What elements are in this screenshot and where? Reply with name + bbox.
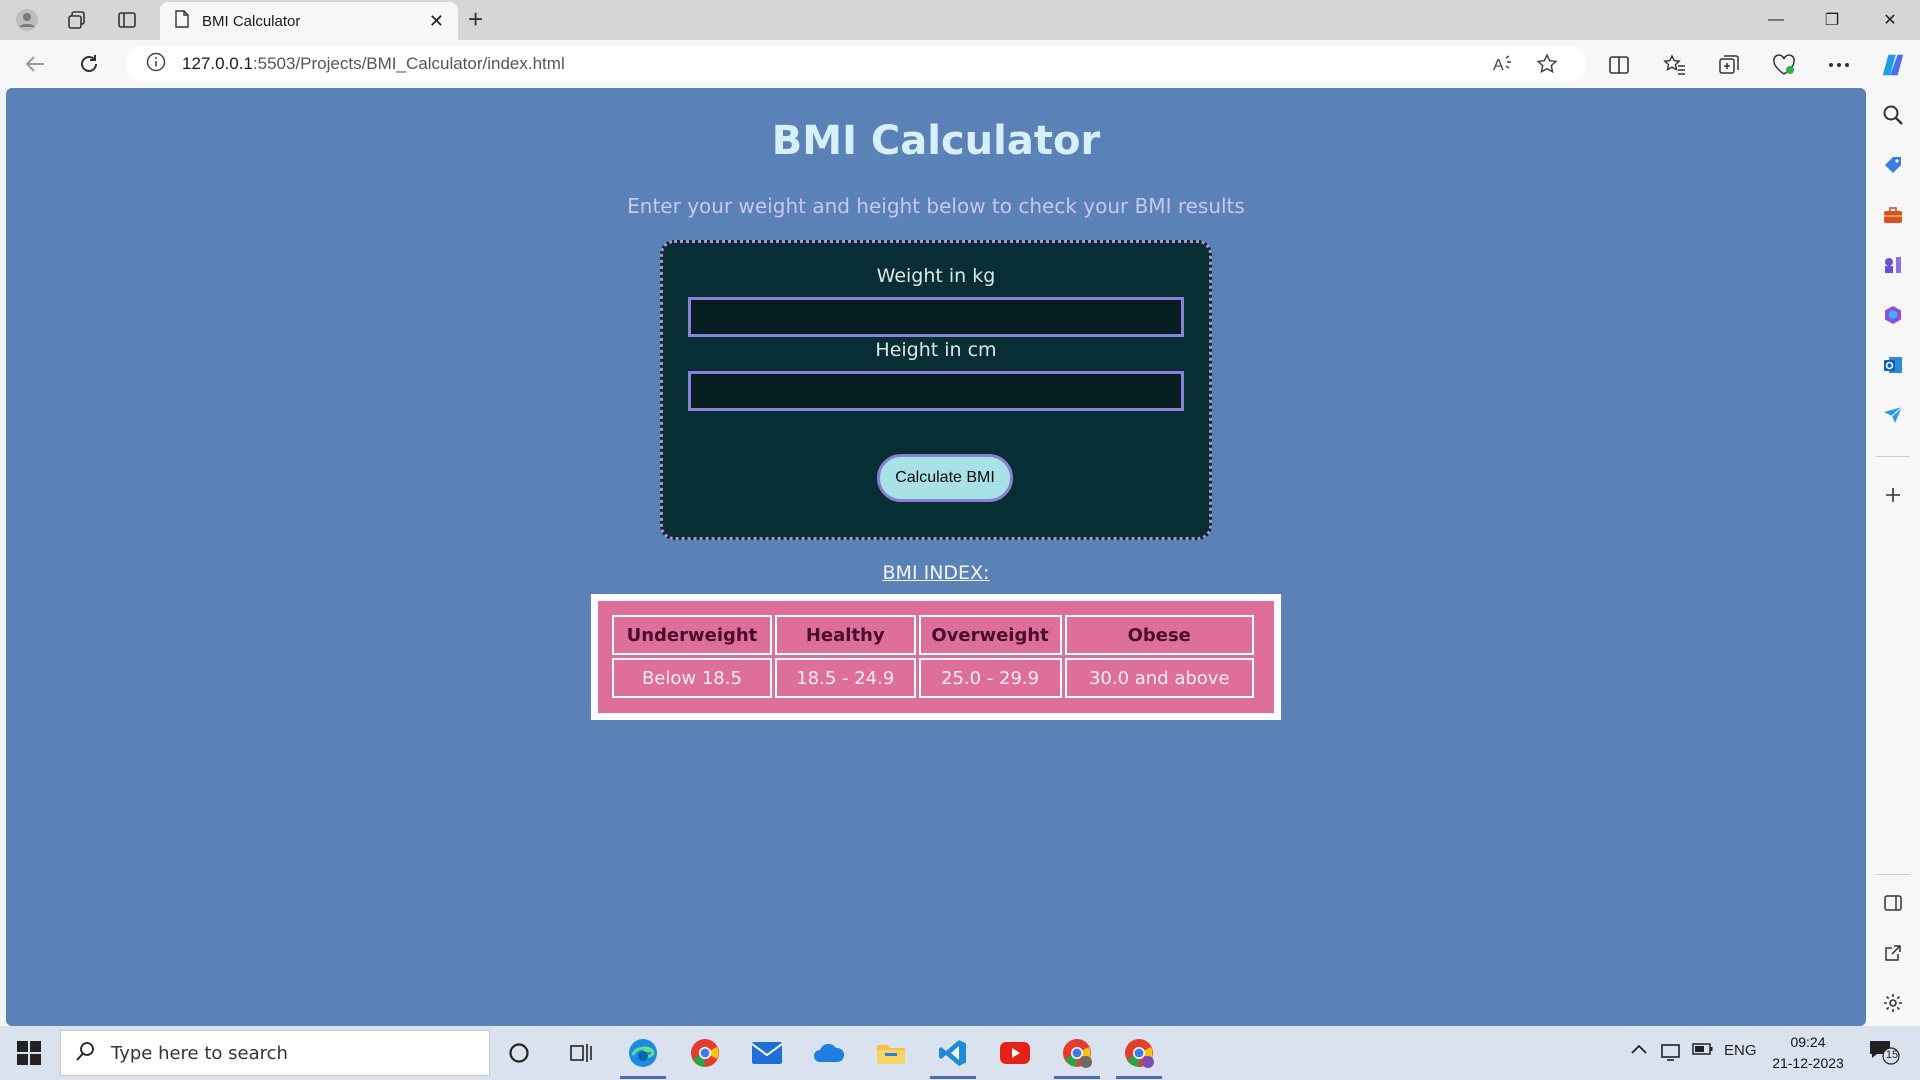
back-arrow-icon[interactable] xyxy=(20,50,50,78)
collections-icon[interactable] xyxy=(1716,52,1742,78)
tab-bmi-calculator[interactable]: BMI Calculator ✕ xyxy=(160,2,458,40)
refresh-icon[interactable] xyxy=(74,50,104,78)
windows-taskbar: Type here to search ENG 09:24 21-12-2023… xyxy=(0,1026,1920,1080)
edge-icon[interactable] xyxy=(624,1034,662,1072)
mail-icon[interactable] xyxy=(748,1034,786,1072)
browser-toolbar: 127.0.0.1:5503/Projects/BMI_Calculator/i… xyxy=(0,40,1920,88)
cortana-icon[interactable] xyxy=(500,1034,538,1072)
clock-time: 09:24 xyxy=(1790,1034,1826,1050)
active-app-indicator xyxy=(620,1076,666,1079)
youtube-icon[interactable] xyxy=(996,1034,1034,1072)
bmi-form: Weight in kg Height in cm Calculate BMI xyxy=(660,240,1212,540)
range-healthy: 18.5 - 24.9 xyxy=(774,658,916,698)
outlook-icon[interactable] xyxy=(1880,352,1906,378)
shopping-tag-icon[interactable] xyxy=(1880,152,1906,178)
split-screen-icon[interactable] xyxy=(1606,52,1632,78)
table-row: Below 18.5 18.5 - 24.9 25.0 - 29.9 30.0 … xyxy=(612,658,1254,698)
table-header-row: Underweight Healthy Overweight Obese xyxy=(612,615,1254,655)
site-info-icon[interactable] xyxy=(146,52,166,77)
tools-briefcase-icon[interactable] xyxy=(1880,202,1906,228)
header-underweight: Underweight xyxy=(612,615,772,655)
sidebar-divider xyxy=(1876,874,1910,875)
header-healthy: Healthy xyxy=(774,615,916,655)
range-obese: 30.0 and above xyxy=(1064,658,1254,698)
more-options-icon[interactable] xyxy=(1826,52,1852,78)
onedrive-icon[interactable] xyxy=(810,1034,848,1072)
notifications-icon[interactable]: 15 xyxy=(1868,1038,1902,1070)
header-overweight: Overweight xyxy=(918,615,1062,655)
browser-essentials-icon[interactable] xyxy=(1771,52,1797,78)
tab-title: BMI Calculator xyxy=(202,12,301,30)
bmi-index-table: Underweight Healthy Overweight Obese Bel… xyxy=(609,612,1257,701)
hide-sidebar-icon[interactable] xyxy=(1880,890,1906,916)
restore-button[interactable]: ❐ xyxy=(1812,8,1852,32)
favorites-icon[interactable] xyxy=(1662,52,1688,78)
send-icon[interactable] xyxy=(1880,402,1906,428)
address-bar[interactable]: 127.0.0.1:5503/Projects/BMI_Calculator/i… xyxy=(126,46,1586,82)
taskbar-search-box[interactable]: Type here to search xyxy=(60,1030,490,1076)
clock[interactable]: 09:24 21-12-2023 xyxy=(1760,1032,1856,1074)
add-icon[interactable] xyxy=(1880,482,1906,508)
url-host: 127.0.0.1 xyxy=(182,54,253,73)
page-viewport: BMI Calculator Enter your weight and hei… xyxy=(6,88,1866,1026)
page-title: BMI Calculator xyxy=(771,118,1101,164)
height-input[interactable] xyxy=(688,371,1184,411)
clock-date: 21-12-2023 xyxy=(1772,1055,1844,1071)
show-hidden-icons-chevron-icon[interactable] xyxy=(1630,1042,1648,1060)
open-external-icon[interactable] xyxy=(1880,940,1906,966)
new-tab-button[interactable]: + xyxy=(468,6,483,32)
active-app-indicator xyxy=(1116,1076,1162,1079)
bmi-index-label: BMI INDEX: xyxy=(882,562,990,584)
bmi-index-table-frame: Underweight Healthy Overweight Obese Bel… xyxy=(591,594,1281,720)
chrome-profile-icon[interactable] xyxy=(1120,1034,1158,1072)
page-icon xyxy=(174,9,190,33)
chrome-icon[interactable] xyxy=(686,1034,724,1072)
url-path: :5503/Projects/BMI_Calculator/index.html xyxy=(252,54,565,73)
browser-titlebar: BMI Calculator ✕ + — ❐ ✕ xyxy=(0,0,1920,40)
minimize-button[interactable]: — xyxy=(1756,8,1796,32)
bmi-index-table-panel: Underweight Healthy Overweight Obese Bel… xyxy=(598,601,1274,713)
weight-input[interactable] xyxy=(688,297,1184,337)
file-explorer-icon[interactable] xyxy=(872,1034,910,1072)
notification-count: 15 xyxy=(1885,1049,1899,1061)
games-icon[interactable] xyxy=(1880,252,1906,278)
search-icon xyxy=(75,1040,97,1067)
active-app-indicator xyxy=(930,1076,976,1079)
favorite-star-icon[interactable] xyxy=(1534,52,1560,76)
range-overweight: 25.0 - 29.9 xyxy=(918,658,1062,698)
read-aloud-icon[interactable]: A xyxy=(1490,52,1516,76)
edge-sidebar xyxy=(1866,88,1920,1028)
network-icon[interactable] xyxy=(1660,1042,1682,1066)
close-window-button[interactable]: ✕ xyxy=(1870,8,1910,32)
search-icon[interactable] xyxy=(1880,102,1906,128)
tab-close-icon[interactable]: ✕ xyxy=(429,11,444,32)
profile-icon[interactable] xyxy=(14,8,40,32)
copilot-icon[interactable] xyxy=(1880,52,1906,78)
weight-label: Weight in kg xyxy=(876,265,996,287)
search-placeholder: Type here to search xyxy=(111,1042,288,1064)
task-view-icon[interactable] xyxy=(562,1034,600,1072)
sidebar-divider xyxy=(1876,456,1910,457)
chrome-profile-icon[interactable] xyxy=(1058,1034,1096,1072)
language-indicator[interactable]: ENG xyxy=(1724,1042,1757,1059)
height-label: Height in cm xyxy=(875,339,997,361)
range-underweight: Below 18.5 xyxy=(612,658,772,698)
windows-start-icon[interactable] xyxy=(16,1040,42,1066)
header-obese: Obese xyxy=(1064,615,1254,655)
workspaces-icon[interactable] xyxy=(64,8,90,32)
calculate-bmi-button[interactable]: Calculate BMI xyxy=(877,454,1013,502)
battery-icon[interactable] xyxy=(1692,1042,1714,1060)
vertical-tabs-icon[interactable] xyxy=(114,8,140,32)
page-subtitle: Enter your weight and height below to ch… xyxy=(627,194,1245,218)
svg-text:A: A xyxy=(1493,57,1504,74)
active-app-indicator xyxy=(1054,1076,1100,1079)
microsoft-365-icon[interactable] xyxy=(1880,302,1906,328)
settings-gear-icon[interactable] xyxy=(1880,990,1906,1016)
vscode-icon[interactable] xyxy=(934,1034,972,1072)
